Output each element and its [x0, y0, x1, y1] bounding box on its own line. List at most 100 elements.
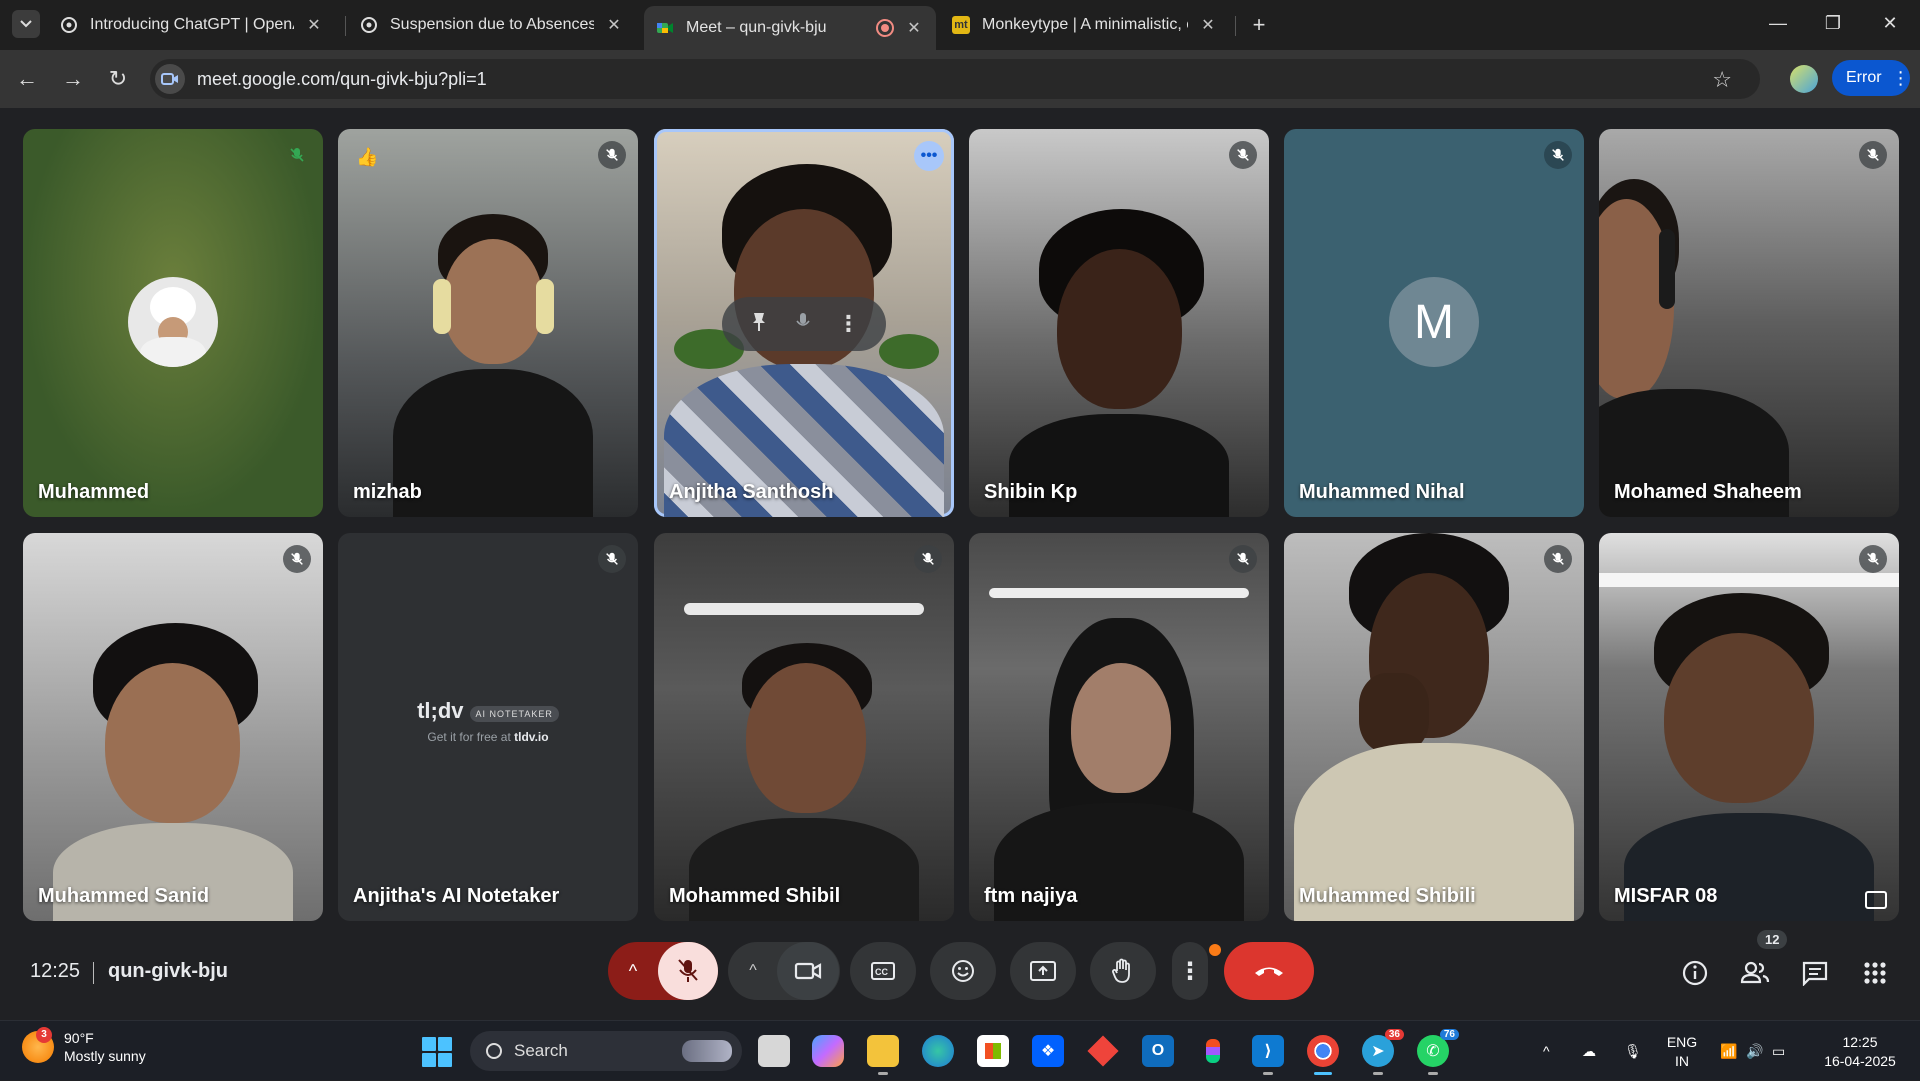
camera-button[interactable] — [777, 942, 839, 1000]
muted-mic-icon — [598, 545, 626, 573]
forward-button[interactable]: → — [58, 64, 88, 94]
copilot-icon[interactable] — [812, 1035, 844, 1067]
mic-icon[interactable] — [794, 311, 812, 338]
muted-mic-icon — [283, 141, 311, 169]
language-code: ENG — [1666, 1034, 1698, 1050]
tab-separator — [345, 16, 346, 36]
present-screen-button[interactable] — [1010, 942, 1076, 1000]
leave-call-button[interactable] — [1224, 942, 1314, 1000]
microphone-tray-icon[interactable]: 🎙 — [1624, 1021, 1642, 1081]
dropbox-icon[interactable]: ❖ — [1032, 1035, 1064, 1067]
mute-microphone-button[interactable] — [658, 942, 718, 1000]
participant-tile[interactable]: Muhammed Shibili — [1284, 533, 1584, 921]
back-button[interactable]: ← — [12, 64, 42, 94]
tldv-link: tldv.io — [514, 730, 549, 744]
picture-in-picture-icon[interactable] — [1865, 891, 1887, 909]
chat-icon — [1802, 961, 1828, 986]
participant-tile-active[interactable]: ••• ⋮ Anjitha Santhosh — [654, 129, 954, 517]
muted-mic-icon — [1229, 141, 1257, 169]
close-tab-icon[interactable]: ✕ — [904, 18, 924, 38]
audio-options-chevron-icon[interactable]: ^ — [608, 961, 658, 982]
microsoft-store-icon[interactable] — [977, 1035, 1009, 1067]
participant-tile[interactable]: Mohammed Shibil — [654, 533, 954, 921]
error-menu-button[interactable]: Error ⋮ — [1832, 60, 1910, 96]
tab-monkeytype[interactable]: mt Monkeytype | A minimalistic, cu ✕ — [940, 6, 1230, 44]
captions-button[interactable]: CC — [850, 942, 916, 1000]
bookmark-star-icon[interactable]: ☆ — [1712, 67, 1732, 93]
more-vert-icon[interactable]: ⋮ — [837, 311, 859, 337]
anydesk-icon[interactable] — [1087, 1035, 1119, 1067]
participant-name: MISFAR 08 — [1614, 885, 1718, 907]
telegram-icon[interactable]: ➤ 36 — [1362, 1029, 1404, 1075]
taskbar-search[interactable]: Search — [470, 1031, 742, 1071]
file-explorer-icon[interactable] — [867, 1035, 899, 1075]
restore-button[interactable]: ❐ — [1813, 8, 1853, 38]
battery-icon[interactable]: ▭ — [1772, 1021, 1785, 1081]
show-hidden-icons-button[interactable]: ^ — [1543, 1021, 1550, 1081]
tab-chatgpt[interactable]: Introducing ChatGPT | OpenAI ✕ — [48, 6, 336, 44]
close-window-button[interactable]: ✕ — [1870, 8, 1910, 38]
more-options-icon[interactable]: ••• — [914, 141, 944, 171]
camera-control-group: ^ — [728, 942, 840, 1000]
participant-tile[interactable]: MISFAR 08 — [1599, 533, 1899, 921]
minimize-button[interactable]: — — [1758, 8, 1798, 38]
activities-button[interactable] — [1860, 958, 1890, 988]
participant-tile[interactable]: Mohamed Shaheem — [1599, 129, 1899, 517]
new-tab-button[interactable]: + — [1245, 11, 1273, 39]
vscode-icon[interactable]: ⟩ — [1252, 1035, 1284, 1075]
volume-icon[interactable]: 🔊 — [1746, 1021, 1763, 1081]
participant-tile[interactable]: ftm najiya — [969, 533, 1269, 921]
weather-widget[interactable]: 3 90°F Mostly sunny — [22, 1027, 146, 1065]
tab-search-button[interactable] — [12, 10, 40, 38]
close-tab-icon[interactable]: ✕ — [1198, 15, 1218, 35]
participant-name: Muhammed Nihal — [1299, 481, 1465, 503]
openai-icon — [360, 16, 378, 34]
reactions-button[interactable] — [930, 942, 996, 1000]
tab-suspension[interactable]: Suspension due to Absences ✕ — [348, 6, 636, 44]
system-clock[interactable]: 12:25 16-04-2025 — [1810, 1033, 1910, 1071]
url-text[interactable]: meet.google.com/qun-givk-bju?pli=1 — [197, 69, 487, 90]
video-options-chevron-icon[interactable]: ^ — [729, 962, 777, 980]
apps-grid-icon — [1864, 962, 1886, 984]
close-tab-icon[interactable]: ✕ — [604, 15, 624, 35]
input-language[interactable]: ENG IN — [1664, 1033, 1700, 1071]
meet-control-bar: 12:25 qun-givk-bju ^ ^ CC ⋮ 12 — [0, 930, 1920, 1020]
figma-icon[interactable] — [1197, 1035, 1229, 1067]
more-options-button[interactable]: ⋮ — [1172, 942, 1208, 1000]
people-count-badge: 12 — [1757, 930, 1788, 949]
video-feed — [338, 129, 638, 517]
raise-hand-button[interactable] — [1090, 942, 1156, 1000]
profile-avatar[interactable] — [1790, 65, 1818, 93]
edge-browser-icon[interactable] — [922, 1035, 954, 1067]
participant-tile[interactable]: Muhammed Sanid — [23, 533, 323, 921]
address-bar[interactable]: meet.google.com/qun-givk-bju?pli=1 ☆ — [150, 59, 1760, 99]
windows-start-icon[interactable] — [422, 1037, 452, 1067]
chat-button[interactable] — [1800, 958, 1830, 988]
onedrive-icon[interactable]: ☁ — [1582, 1021, 1596, 1081]
tab-title: Suspension due to Absences — [390, 16, 594, 33]
close-tab-icon[interactable]: ✕ — [304, 15, 324, 35]
pin-icon[interactable] — [749, 311, 769, 338]
task-view-icon[interactable] — [758, 1035, 790, 1067]
chrome-icon[interactable] — [1307, 1035, 1339, 1075]
more-vert-icon: ⋮ — [1891, 67, 1910, 88]
wifi-icon[interactable]: 📶 — [1720, 1021, 1737, 1081]
participant-tile[interactable]: M Muhammed Nihal — [1284, 129, 1584, 517]
video-feed — [23, 533, 323, 921]
outlook-icon[interactable]: O — [1142, 1035, 1174, 1067]
clock-time: 12:25 — [1842, 1034, 1878, 1050]
whatsapp-icon[interactable]: ✆ 76 — [1417, 1029, 1459, 1075]
tab-title: Introducing ChatGPT | OpenAI — [90, 16, 294, 33]
participant-tile[interactable]: Shibin Kp — [969, 129, 1269, 517]
people-button[interactable] — [1740, 958, 1770, 988]
participant-tile[interactable]: tl;dv AI NOTETAKER Get it for free at tld… — [338, 533, 638, 921]
tab-meet[interactable]: Meet – qun-givk-bju ✕ — [644, 6, 936, 50]
muted-mic-icon — [598, 141, 626, 169]
participant-tile[interactable]: 👍 mizhab — [338, 129, 638, 517]
site-info-icon[interactable] — [155, 64, 185, 94]
search-icon — [486, 1043, 502, 1059]
meeting-details-button[interactable] — [1680, 958, 1710, 988]
participant-tile[interactable]: Muhammed — [23, 129, 323, 517]
google-meet-icon — [656, 19, 674, 37]
reload-button[interactable]: ↻ — [103, 64, 133, 94]
